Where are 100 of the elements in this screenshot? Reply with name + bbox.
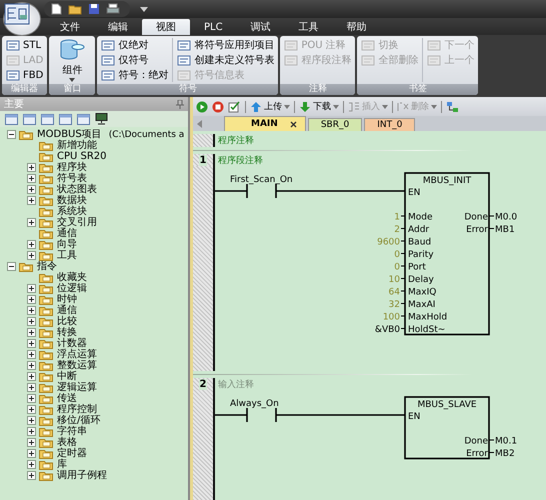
- expand-icon[interactable]: [27, 163, 36, 172]
- tree-item[interactable]: 调用子例程: [0, 470, 188, 481]
- menu-tab[interactable]: 帮助: [332, 19, 381, 35]
- expand-icon[interactable]: [27, 251, 36, 260]
- tree-item[interactable]: CPU SR20: [0, 151, 188, 162]
- tree-item[interactable]: 交叉引用: [0, 217, 188, 228]
- document-icon: [177, 40, 192, 50]
- output-value: M0.1: [495, 436, 518, 446]
- tree-item[interactable]: 库: [0, 459, 188, 470]
- enable-pin-label: EN: [408, 188, 420, 198]
- down-arrow-icon: [299, 100, 311, 112]
- tree-item[interactable]: 指令: [0, 261, 188, 272]
- tree-item[interactable]: 程序块: [0, 162, 188, 173]
- components-button[interactable]: 组件: [53, 38, 92, 82]
- tree-item[interactable]: 计数器: [0, 338, 188, 349]
- tree-item[interactable]: 表格: [0, 437, 188, 448]
- pin-line: [400, 253, 406, 254]
- expand-icon[interactable]: [27, 427, 36, 436]
- tree-item[interactable]: 移位/循环: [0, 415, 188, 426]
- editor-tab[interactable]: INT_0: [364, 118, 416, 131]
- input-value: &VB0: [374, 325, 400, 335]
- tree-item[interactable]: 符号表: [0, 173, 188, 184]
- menu-tab[interactable]: 调试: [236, 19, 285, 35]
- menu-tab[interactable]: PLC: [190, 19, 237, 35]
- tree-item[interactable]: 定时器: [0, 448, 188, 459]
- toolbar-button[interactable]: 上传: [250, 100, 290, 113]
- tree-item[interactable]: 新增功能: [0, 140, 188, 151]
- expand-icon[interactable]: [27, 328, 36, 337]
- tree-item[interactable]: 工具: [0, 250, 188, 261]
- input-value: 32: [388, 300, 400, 310]
- ribbon-item[interactable]: 符号：绝对: [101, 68, 168, 82]
- input-value: 9600: [377, 238, 400, 248]
- expand-icon[interactable]: [27, 174, 36, 183]
- menu-tab[interactable]: 视图: [142, 19, 190, 35]
- tree-item[interactable]: 转换: [0, 327, 188, 338]
- expand-icon[interactable]: [27, 306, 36, 315]
- collapse-icon[interactable]: [7, 262, 16, 271]
- ribbon-item[interactable]: 将符号应用到项目: [177, 38, 274, 52]
- block-title: MBUS_INIT: [422, 176, 472, 186]
- expand-icon[interactable]: [27, 185, 36, 194]
- tree-item[interactable]: 收藏夹: [0, 272, 188, 283]
- folder-icon: [39, 284, 54, 294]
- expand-icon[interactable]: [27, 240, 36, 249]
- expand-icon[interactable]: [27, 438, 36, 447]
- menu-tab[interactable]: 编辑: [94, 19, 142, 35]
- expand-icon[interactable]: [27, 361, 36, 370]
- tree-item[interactable]: 系统块: [0, 206, 188, 217]
- menu-tab[interactable]: 文件: [46, 19, 94, 35]
- folder-icon: [39, 360, 54, 370]
- checklist-icon: [228, 100, 241, 112]
- folder-icon: [39, 382, 54, 392]
- expand-icon[interactable]: [27, 284, 36, 293]
- folder-icon: [39, 416, 54, 426]
- tree-item[interactable]: 整数运算: [0, 360, 188, 371]
- window-icon: [77, 114, 90, 124]
- expand-icon[interactable]: [27, 383, 36, 392]
- expand-icon[interactable]: [27, 416, 36, 425]
- tree-item[interactable]: 逻辑运算: [0, 382, 188, 393]
- expand-icon[interactable]: [27, 196, 36, 205]
- expand-icon[interactable]: [27, 449, 36, 458]
- tree-item[interactable]: 字符串: [0, 426, 188, 437]
- contact-symbol: [246, 407, 277, 423]
- ribbon-item[interactable]: STL: [6, 38, 44, 52]
- ribbon-item[interactable]: 仅符号: [101, 53, 168, 67]
- document-icon: [284, 54, 298, 66]
- tree-item[interactable]: 时钟: [0, 294, 188, 305]
- expand-icon[interactable]: [27, 405, 36, 414]
- menu-tab[interactable]: 工具: [284, 19, 333, 35]
- tree-item[interactable]: 向导: [0, 239, 188, 250]
- ribbon-item[interactable]: 创建未定义符号表: [177, 53, 274, 67]
- input-pin-label: Addr: [408, 225, 430, 235]
- tree-item[interactable]: 通信: [0, 228, 188, 239]
- expand-icon[interactable]: [27, 339, 36, 348]
- tree-item[interactable]: 传送: [0, 393, 188, 404]
- tree-item[interactable]: 中断: [0, 371, 188, 382]
- collapse-icon[interactable]: [7, 130, 16, 139]
- expand-icon[interactable]: [27, 372, 36, 381]
- expand-icon[interactable]: [27, 295, 36, 304]
- expand-icon[interactable]: [27, 350, 36, 359]
- tree-item[interactable]: 状态图表: [0, 184, 188, 195]
- expand-icon[interactable]: [27, 460, 36, 469]
- tree-item[interactable]: 程序控制: [0, 404, 188, 415]
- toolbar-button[interactable]: 下载: [299, 100, 339, 113]
- tree-item[interactable]: 浮点运算: [0, 349, 188, 360]
- tree-item[interactable]: 通信: [0, 305, 188, 316]
- tree-item[interactable]: 位逻辑: [0, 283, 188, 294]
- ribbon-item[interactable]: FBD: [6, 68, 44, 82]
- expand-icon[interactable]: [27, 218, 36, 227]
- project-path: (C:\Documents a: [108, 130, 184, 140]
- program-comment: 程序注释: [218, 134, 254, 147]
- expand-icon[interactable]: [27, 471, 36, 480]
- tree-item[interactable]: 比较: [0, 316, 188, 327]
- expand-icon[interactable]: [27, 394, 36, 403]
- ribbon-item[interactable]: 仅绝对: [101, 38, 168, 52]
- group-label: 注释: [280, 84, 356, 95]
- editor-tab[interactable]: SBR_0: [308, 118, 362, 131]
- expand-icon[interactable]: [27, 317, 36, 326]
- editor-tab[interactable]: MAIN: [224, 116, 306, 131]
- tree-item[interactable]: 数据块: [0, 195, 188, 206]
- tree-item[interactable]: MODBUS项目 (C:\Documents a: [0, 129, 188, 140]
